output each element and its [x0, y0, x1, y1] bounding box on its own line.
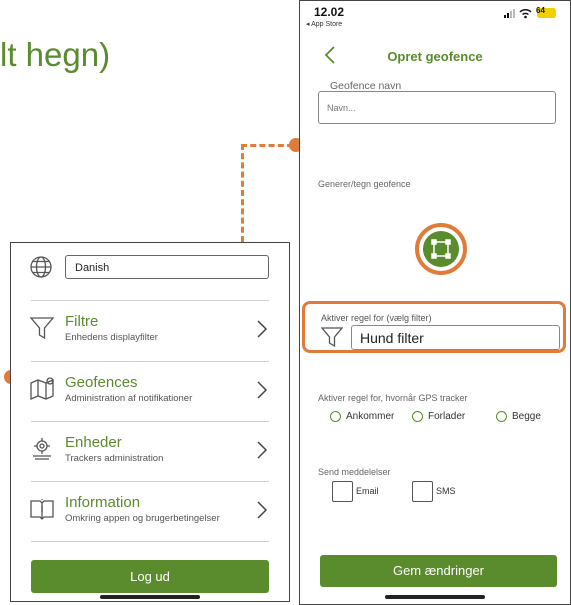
create-geofence-screen: 12.02 ◂ App Store 64 Opret geofence Geof… — [299, 0, 571, 605]
settings-screen: Danish Filtre Enhedens displayfilter Geo… — [10, 242, 290, 602]
menu-item-subtitle: Enhedens displayfilter — [65, 332, 158, 343]
filter-select[interactable]: Hund filter — [351, 325, 560, 350]
back-to-app-link[interactable]: ◂ App Store — [306, 20, 342, 28]
menu-item-subtitle: Trackers administration — [65, 453, 164, 464]
draw-polygon-icon — [423, 231, 459, 267]
info-book-icon — [29, 496, 55, 522]
menu-item-title: Filtre — [65, 313, 99, 330]
menu-item-subtitle: Administration af notifikationer — [65, 393, 193, 404]
chevron-right-icon — [255, 440, 269, 460]
map-icon — [29, 376, 55, 402]
battery-level: 64 — [536, 6, 545, 15]
filter-icon — [320, 326, 344, 348]
checkbox-box — [412, 481, 433, 502]
filter-icon — [29, 315, 55, 341]
chevron-right-icon — [255, 319, 269, 339]
notify-label: Send meddelelser — [318, 467, 391, 477]
radio-circle — [330, 411, 341, 422]
radio-circle — [412, 411, 423, 422]
status-time: 12.02 — [314, 5, 345, 19]
trigger-label: Aktiver regel for, hvornår GPS tracker — [318, 393, 468, 403]
language-row: Danish — [11, 243, 289, 293]
radio-label: Forlader — [428, 411, 466, 422]
globe-icon — [29, 255, 53, 279]
radio-begge[interactable]: Begge — [496, 409, 566, 425]
menu-item-title: Enheder — [65, 434, 122, 451]
rule-filter-label: Aktiver regel for (vælg filter) — [321, 313, 432, 323]
radio-forlader[interactable]: Forlader — [412, 409, 492, 425]
radio-ankommer[interactable]: Ankommer — [330, 409, 420, 425]
menu-item-title: Geofences — [65, 374, 138, 391]
save-changes-button[interactable]: Gem ændringer — [320, 555, 557, 587]
device-icon — [29, 436, 55, 462]
draw-geofence-button[interactable] — [415, 223, 467, 275]
background-heading-fragment: lt hegn) — [0, 36, 111, 73]
home-indicator — [385, 595, 485, 599]
radio-label: Begge — [512, 411, 541, 422]
filter-rule-highlight: Aktiver regel for (vælg filter) Hund fil… — [302, 301, 566, 353]
menu-item-geofences[interactable]: Geofences Administration af notifikation… — [11, 362, 289, 420]
chevron-right-icon — [255, 380, 269, 400]
checkbox-email[interactable]: Email — [332, 481, 402, 503]
connector-line-horizontal — [241, 144, 293, 147]
checkbox-label: Email — [356, 486, 379, 496]
checkbox-box — [332, 481, 353, 502]
checkbox-sms[interactable]: SMS — [412, 481, 482, 503]
checkbox-label: SMS — [436, 486, 456, 496]
language-select[interactable]: Danish — [65, 255, 269, 279]
status-icons — [504, 6, 560, 19]
menu-item-information[interactable]: Information Omkring appen og brugerbetin… — [11, 482, 289, 540]
geofence-name-input[interactable] — [318, 91, 556, 124]
draw-geofence-label: Generer/tegn geofence — [318, 179, 411, 189]
menu-item-subtitle: Omkring appen og brugerbetingelser — [65, 513, 220, 524]
radio-circle — [496, 411, 507, 422]
connector-line-vertical — [241, 144, 244, 242]
chevron-right-icon — [255, 500, 269, 520]
page-title: Opret geofence — [387, 49, 483, 64]
menu-item-title: Information — [65, 494, 141, 511]
menu-item-filtre[interactable]: Filtre Enhedens displayfilter — [11, 301, 289, 359]
menu-item-enheder[interactable]: Enheder Trackers administration — [11, 422, 289, 480]
logout-button[interactable]: Log ud — [31, 560, 269, 593]
radio-label: Ankommer — [346, 411, 395, 422]
divider — [31, 541, 269, 542]
home-indicator — [100, 595, 200, 599]
